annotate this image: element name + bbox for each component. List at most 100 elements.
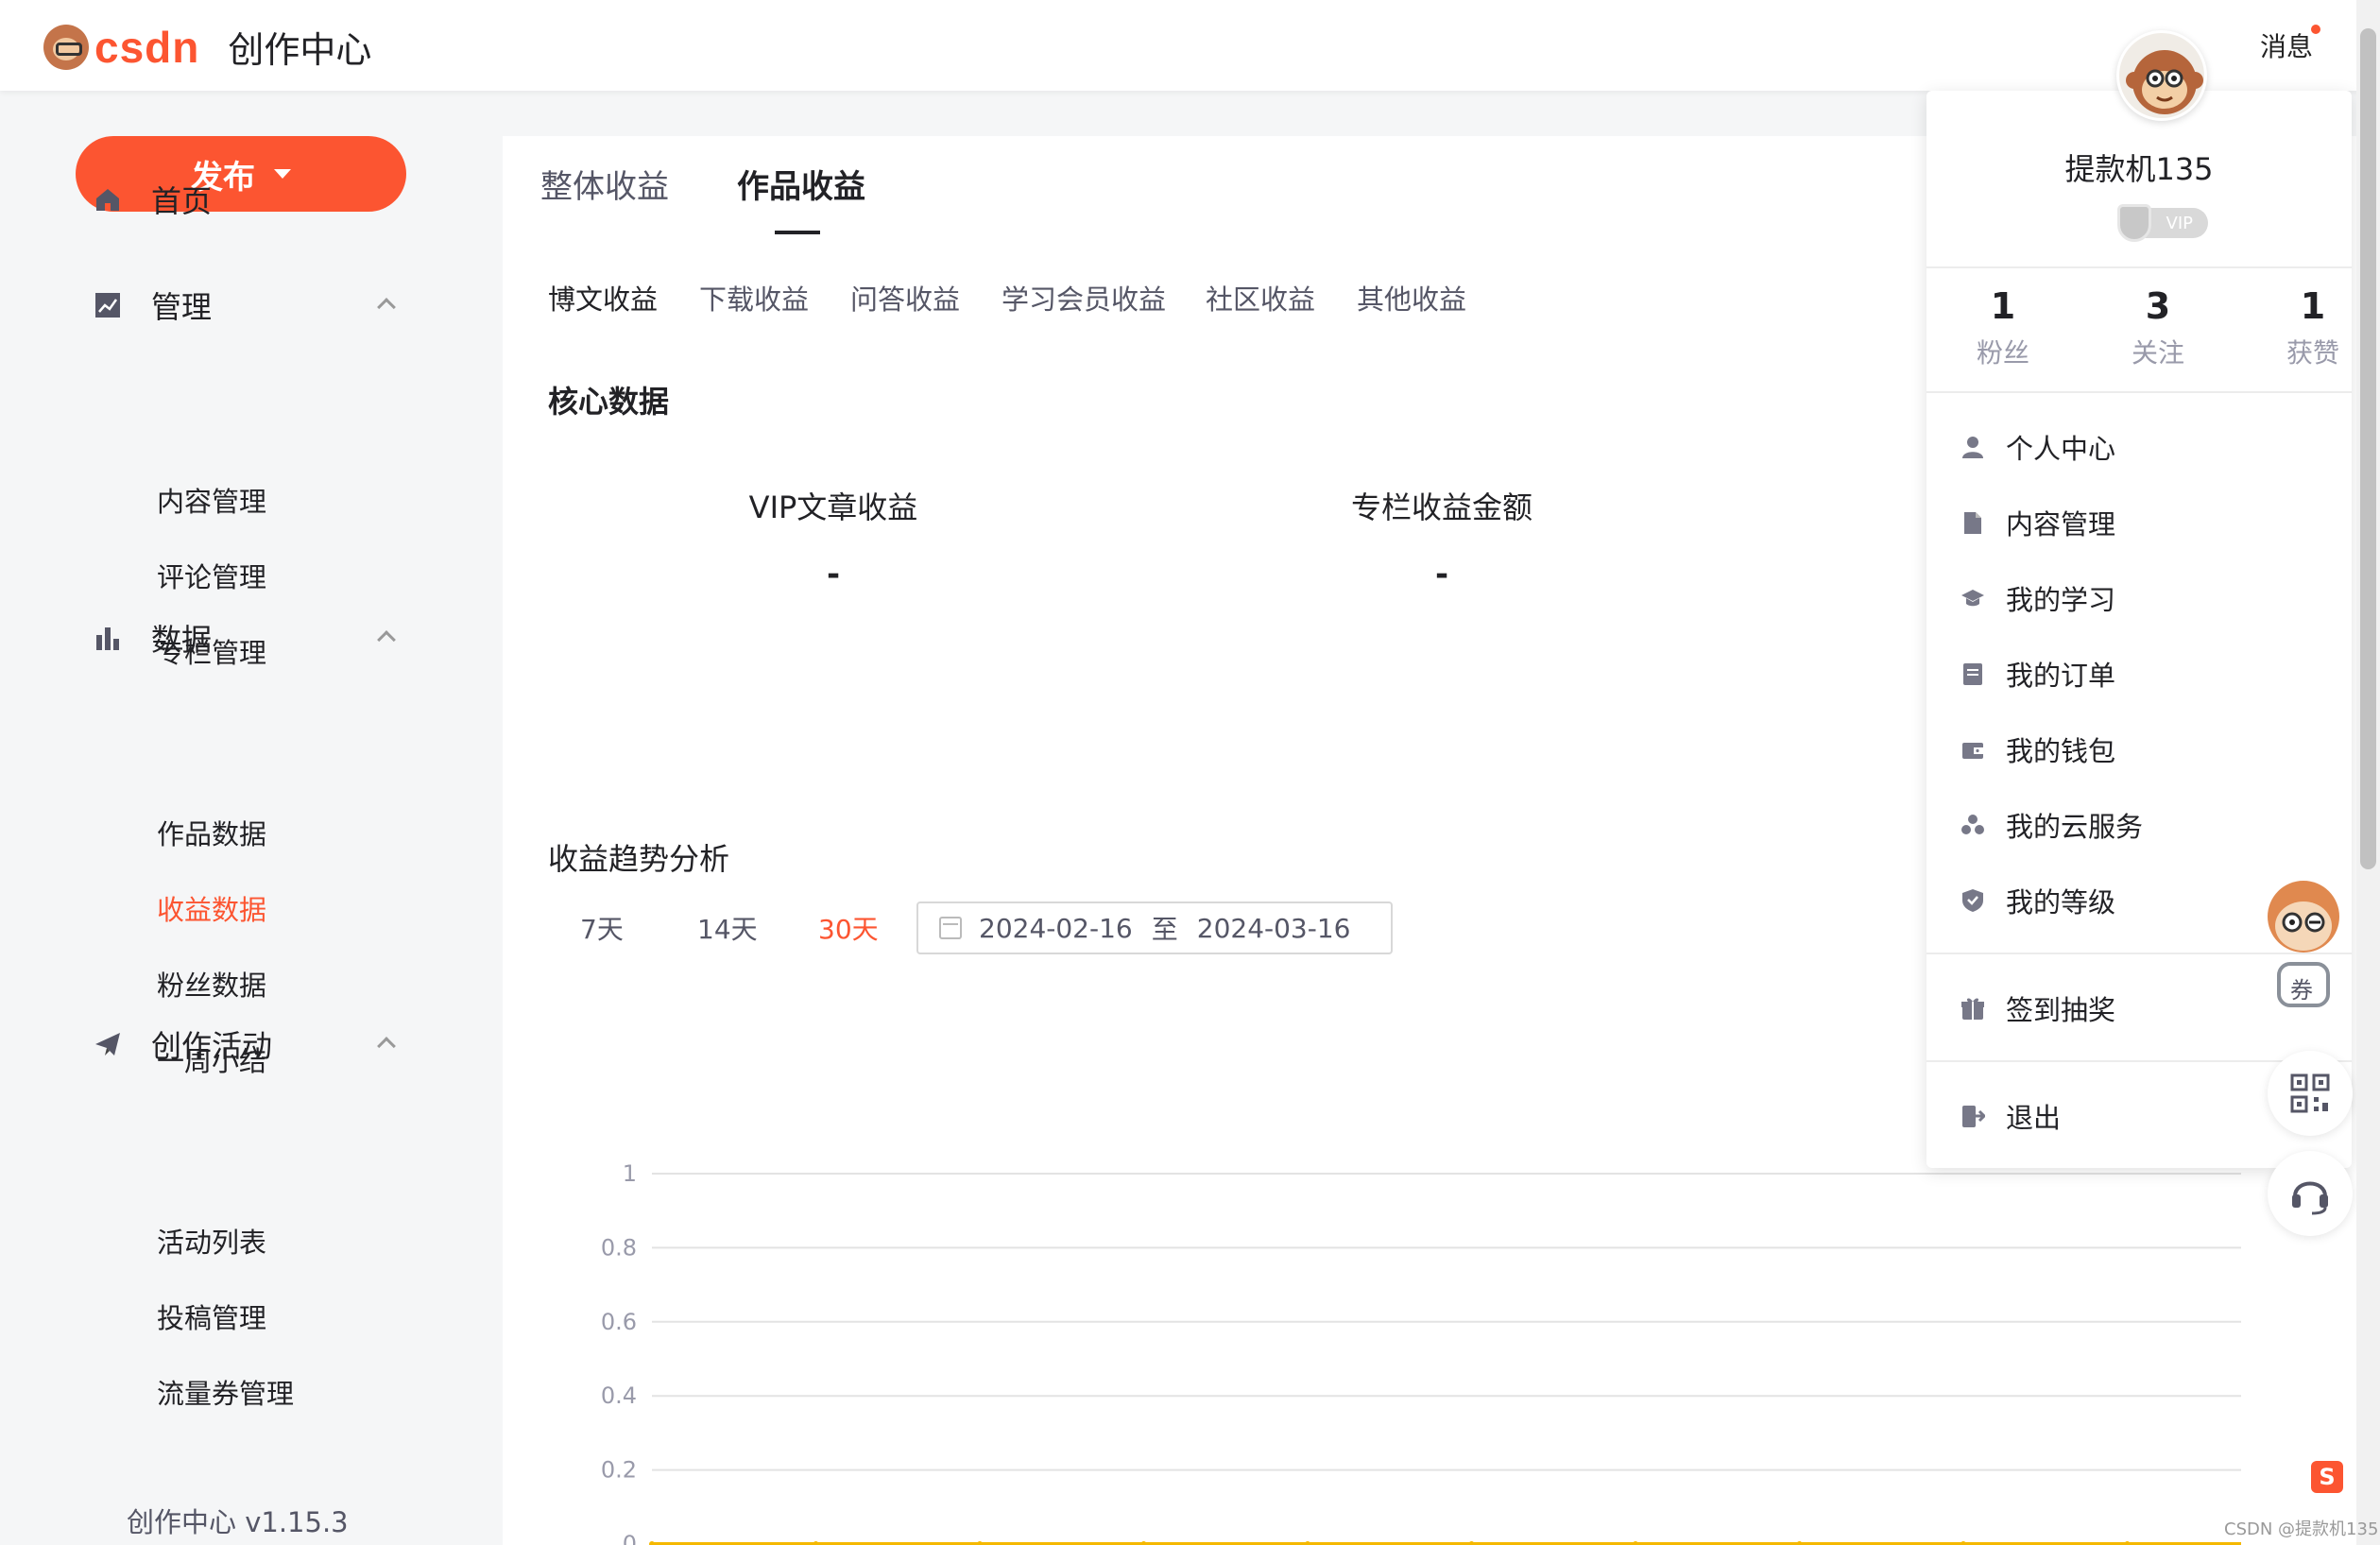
sidebar-subitem-work-data[interactable]: 作品数据 <box>157 813 266 852</box>
chart-line-icon <box>91 288 125 322</box>
username[interactable]: 提款机135 <box>1926 146 2352 189</box>
notification-dot <box>2311 25 2321 34</box>
vip-badge[interactable]: VIP <box>2117 204 2208 242</box>
data-point[interactable] <box>1633 1541 1638 1545</box>
order-icon <box>1961 661 1985 686</box>
sidebar-item-manage[interactable]: 管理 <box>91 283 396 327</box>
subtab-blog-income[interactable]: 博文收益 <box>548 278 658 318</box>
scrollbar-thumb[interactable] <box>2360 28 2376 869</box>
range-7-days[interactable]: 7天 <box>580 909 624 947</box>
sidebar-subitem-fans-data[interactable]: 粉丝数据 <box>157 964 266 1004</box>
menu-item-personal-center[interactable]: 个人中心 <box>1961 427 2115 467</box>
menu-item-logout[interactable]: 退出 <box>1961 1096 2061 1136</box>
y-tick-label: 0.2 <box>601 1457 637 1484</box>
qr-code-icon <box>2290 1073 2330 1113</box>
active-tab-underline <box>775 231 820 234</box>
data-point[interactable] <box>1305 1541 1310 1545</box>
menu-item-my-wallet[interactable]: 我的钱包 <box>1961 730 2115 769</box>
subtab-qa-income[interactable]: 问答收益 <box>850 278 960 318</box>
csdn-logo[interactable]: CSDN 创作中心 <box>43 21 371 73</box>
user-avatar[interactable] <box>2116 30 2207 121</box>
subtab-other-income[interactable]: 其他收益 <box>1357 278 1466 318</box>
tab-overall-income[interactable]: 整体收益 <box>540 161 669 207</box>
metric-value: - <box>826 556 841 593</box>
data-point[interactable] <box>1796 1541 1803 1545</box>
divider <box>1926 391 2352 393</box>
sidebar-subitem-traffic-coupons[interactable]: 流量券管理 <box>157 1372 294 1412</box>
stat-value: 3 <box>2145 285 2171 327</box>
input-method-icon[interactable]: S <box>2311 1461 2343 1493</box>
range-14-days[interactable]: 14天 <box>697 909 758 947</box>
metric-value: - <box>1434 556 1449 593</box>
tab-work-income[interactable]: 作品收益 <box>737 161 865 207</box>
data-point[interactable] <box>977 1541 983 1545</box>
bar-chart-icon <box>91 621 125 655</box>
vip-shield-icon <box>2117 204 2151 242</box>
menu-item-label: 个人中心 <box>2006 433 2116 465</box>
messages-label: 消息 <box>2260 31 2314 62</box>
sidebar-subitem-income-data[interactable]: 收益数据 <box>157 888 266 928</box>
app-title: 创作中心 <box>228 29 372 71</box>
menu-item-content-manage[interactable]: 内容管理 <box>1961 503 2115 542</box>
menu-item-label: 我的钱包 <box>2006 735 2116 767</box>
menu-item-label: 我的学习 <box>2006 584 2116 616</box>
version-label: 创作中心 v1.15.3 <box>127 1506 349 1538</box>
y-tick-label: 0 <box>623 1531 637 1545</box>
data-point[interactable] <box>1468 1541 1475 1545</box>
date-end[interactable]: 2024-03-16 <box>1197 913 1351 944</box>
sidebar-label-manage: 管理 <box>151 289 213 325</box>
caret-down-icon <box>274 169 291 179</box>
date-range-picker[interactable]: 2024-02-16 至 2024-03-16 <box>916 901 1393 954</box>
data-point[interactable] <box>1140 1541 1147 1545</box>
menu-item-label: 我的云服务 <box>2006 811 2144 843</box>
subtab-community-income[interactable]: 社区收益 <box>1206 278 1315 318</box>
cloud-service-icon <box>1961 813 1985 837</box>
user-icon <box>1961 435 1985 459</box>
sidebar-subitem-activity-list[interactable]: 活动列表 <box>157 1221 266 1261</box>
document-icon <box>1961 510 1985 535</box>
menu-item-label: 退出 <box>2006 1102 2062 1134</box>
stat-fans[interactable]: 1 粉丝 <box>1951 285 2055 370</box>
logout-icon <box>1961 1104 1985 1128</box>
data-point[interactable] <box>649 1541 655 1545</box>
subtab-download-income[interactable]: 下载收益 <box>699 278 809 318</box>
sidebar-label-home: 首页 <box>151 183 213 219</box>
stat-value: 1 <box>1990 285 2016 327</box>
menu-item-my-cloud-service[interactable]: 我的云服务 <box>1961 805 2143 845</box>
qr-code-button[interactable] <box>2268 1051 2353 1136</box>
menu-item-label: 签到抽奖 <box>2006 994 2116 1026</box>
stat-label: 获赞 <box>2286 337 2339 369</box>
calendar-icon <box>939 917 962 939</box>
sidebar-subitem-comments[interactable]: 评论管理 <box>157 556 266 595</box>
stat-following[interactable]: 3 关注 <box>2106 285 2210 370</box>
sidebar-subitem-content[interactable]: 内容管理 <box>157 480 266 520</box>
data-point[interactable] <box>1961 1541 1966 1545</box>
menu-item-sign-in-lottery[interactable]: 签到抽奖 <box>1961 988 2115 1028</box>
sidebar-subitem-submissions[interactable]: 投稿管理 <box>157 1296 266 1336</box>
date-start[interactable]: 2024-02-16 <box>979 913 1133 944</box>
mascot-coupon-widget[interactable]: 券 <box>2256 877 2351 1028</box>
menu-item-my-orders[interactable]: 我的订单 <box>1961 654 2115 694</box>
messages-link[interactable]: 消息 <box>2260 25 2321 64</box>
paper-plane-icon <box>91 1027 125 1061</box>
home-icon <box>91 182 125 216</box>
customer-service-button[interactable] <box>2268 1151 2353 1236</box>
sidebar-item-activities[interactable]: 创作活动 <box>91 1022 396 1066</box>
trend-analysis-title: 收益趋势分析 <box>548 841 730 877</box>
stat-likes[interactable]: 1 获赞 <box>2261 285 2365 370</box>
chevron-up-icon[interactable] <box>377 298 396 317</box>
data-point[interactable] <box>2124 1541 2131 1545</box>
sidebar-item-data[interactable]: 数据 <box>91 616 396 660</box>
data-point[interactable] <box>813 1541 819 1545</box>
sidebar-item-home[interactable]: 首页 <box>91 178 212 221</box>
sidebar-label-data: 数据 <box>151 622 213 658</box>
menu-item-my-level[interactable]: 我的等级 <box>1961 881 2115 920</box>
chevron-up-icon[interactable] <box>377 1037 396 1056</box>
core-data-title: 核心数据 <box>548 384 670 420</box>
metric-vip-article-income: VIP文章收益 - <box>692 484 975 593</box>
stat-value: 1 <box>2300 285 2326 327</box>
range-30-days[interactable]: 30天 <box>818 909 879 947</box>
chevron-up-icon[interactable] <box>377 630 396 649</box>
subtab-learning-member-income[interactable]: 学习会员收益 <box>1002 278 1166 318</box>
menu-item-my-learning[interactable]: 我的学习 <box>1961 578 2115 618</box>
